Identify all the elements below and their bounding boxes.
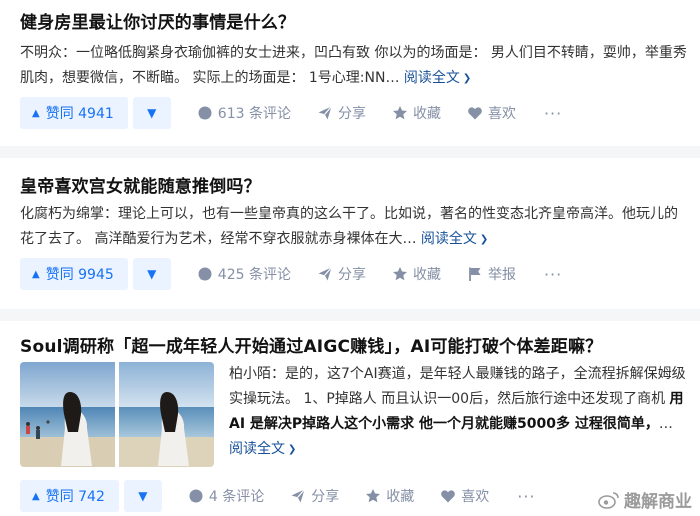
- action-bar: ▲ 赞同 4941 ▼ 613 条评论 分享 收藏 喜欢 ···: [20, 97, 562, 129]
- more-icon: ···: [543, 103, 563, 123]
- more-button[interactable]: ···: [544, 265, 562, 284]
- favorite-label: 收藏: [386, 489, 415, 505]
- card-divider: [0, 146, 700, 158]
- favorite-button[interactable]: 收藏: [392, 103, 441, 123]
- answer-author: 不明众：: [20, 45, 76, 61]
- share-icon: [318, 267, 332, 281]
- answer-author: 柏小陌：: [229, 366, 285, 382]
- read-more-label: 阅读全文: [420, 231, 477, 247]
- comment-button[interactable]: 4 条评论: [188, 486, 264, 506]
- like-button[interactable]: 喜欢: [440, 486, 489, 506]
- share-label: 分享: [337, 267, 366, 283]
- favorite-button[interactable]: 收藏: [365, 486, 414, 506]
- chevron-down-icon: ❯: [288, 444, 297, 455]
- like-button[interactable]: 喜欢: [467, 103, 516, 123]
- excerpt-text: 一位略低胸紧身衣瑜伽裤的女士进来，凹凸有致 你以为的场面是： 男人们目不转睛，耍…: [20, 45, 687, 86]
- excerpt-text: 理论上可以，也有一些皇帝真的这么干了。比如说，著名的性变态北齐皇帝高洋。他玩儿的…: [20, 206, 678, 247]
- vote-down-button[interactable]: ▼: [132, 258, 171, 290]
- vote-down-button[interactable]: ▼: [123, 480, 162, 512]
- watermark-text: 趣解商业: [624, 492, 692, 512]
- vote-up-label: 赞同 9945: [45, 267, 114, 283]
- answer-excerpt[interactable]: 化腐朽为绵掌：理论上可以，也有一些皇帝真的这么干了。比如说，著名的性变态北齐皇帝…: [20, 202, 690, 253]
- vote-up-button[interactable]: ▲ 赞同 4941: [20, 97, 128, 129]
- vote-up-button[interactable]: ▲ 赞同 9945: [20, 258, 128, 290]
- star-icon: [366, 489, 381, 503]
- card-divider: [0, 309, 700, 321]
- question-title[interactable]: 皇帝喜欢宫女就能随意推倒吗？: [20, 172, 261, 197]
- triangle-up-icon: ▲: [32, 107, 40, 119]
- heart-icon: [468, 107, 482, 120]
- comment-icon: [189, 489, 203, 503]
- beach-photo-left: [20, 362, 115, 467]
- favorite-button[interactable]: 收藏: [392, 264, 441, 284]
- triangle-down-icon: ▼: [147, 267, 157, 281]
- report-button[interactable]: 举报: [467, 264, 516, 284]
- vote-down-button[interactable]: ▼: [132, 97, 171, 129]
- vote-up-label: 赞同 742: [45, 489, 105, 505]
- comment-count: 613 条评论: [217, 106, 291, 122]
- feed-card: Soul调研称「超一成年轻人开始通过AIGC赚钱」，AI可能打破个体差距嘛？ 柏…: [0, 325, 700, 516]
- report-label: 举报: [487, 267, 516, 283]
- triangle-down-icon: ▼: [147, 106, 157, 120]
- more-icon: ···: [543, 264, 563, 284]
- share-label: 分享: [337, 106, 366, 122]
- question-title[interactable]: Soul调研称「超一成年轻人开始通过AIGC赚钱」，AI可能打破个体差距嘛？: [20, 332, 602, 357]
- vote-up-button[interactable]: ▲ 赞同 742: [20, 480, 119, 512]
- answer-author: 化腐朽为绵掌：: [20, 206, 118, 222]
- comment-button[interactable]: 613 条评论: [197, 103, 291, 123]
- comment-count: 4 条评论: [208, 489, 265, 505]
- excerpt-text: 是的，这7个AI赛道，是年轻人最赚钱的路子，全流程拆解保姆级实操玩法。 1、P掉…: [229, 366, 686, 407]
- read-more-link[interactable]: 阅读全文 ❯: [421, 231, 488, 247]
- beach-photo-right: [119, 362, 214, 467]
- action-bar: ▲ 赞同 9945 ▼ 425 条评论 分享 收藏 举报 ···: [20, 258, 562, 290]
- star-icon: [392, 106, 407, 120]
- answer-thumbnail[interactable]: [20, 362, 214, 467]
- like-label: 喜欢: [487, 106, 516, 122]
- more-button[interactable]: ···: [544, 104, 562, 123]
- like-label: 喜欢: [461, 489, 490, 505]
- excerpt-ellipsis: …: [658, 416, 673, 432]
- heart-icon: [441, 490, 456, 503]
- triangle-up-icon: ▲: [32, 490, 40, 502]
- comment-button[interactable]: 425 条评论: [197, 264, 291, 284]
- question-title[interactable]: 健身房里最让你讨厌的事情是什么？: [20, 8, 295, 33]
- answer-excerpt[interactable]: 不明众：一位略低胸紧身衣瑜伽裤的女士进来，凹凸有致 你以为的场面是： 男人们目不…: [20, 41, 690, 92]
- share-button[interactable]: 分享: [290, 486, 339, 506]
- chevron-down-icon: ❯: [462, 73, 472, 84]
- share-button[interactable]: 分享: [317, 103, 366, 123]
- triangle-up-icon: ▲: [32, 268, 40, 280]
- feed-card: 皇帝喜欢宫女就能随意推倒吗？ 化腐朽为绵掌：理论上可以，也有一些皇帝真的这么干了…: [0, 162, 700, 302]
- comment-icon: [198, 267, 212, 281]
- feed-card: 健身房里最让你讨厌的事情是什么？ 不明众：一位略低胸紧身衣瑜伽裤的女士进来，凹凸…: [0, 0, 700, 140]
- action-bar: ▲ 赞同 742 ▼ 4 条评论 分享 收藏 喜欢 ···: [20, 480, 536, 512]
- flag-icon: [469, 267, 481, 281]
- favorite-label: 收藏: [412, 106, 441, 122]
- share-button[interactable]: 分享: [317, 264, 366, 284]
- share-icon: [291, 489, 306, 503]
- triangle-down-icon: ▼: [138, 489, 148, 503]
- read-more-link[interactable]: 阅读全文 ❯: [404, 70, 471, 86]
- vote-up-label: 赞同 4941: [45, 106, 114, 122]
- favorite-label: 收藏: [412, 267, 441, 283]
- answer-excerpt[interactable]: 柏小陌：是的，这7个AI赛道，是年轻人最赚钱的路子，全流程拆解保姆级实操玩法。 …: [229, 362, 694, 463]
- more-icon: ···: [517, 486, 536, 506]
- more-button[interactable]: ···: [517, 487, 535, 506]
- comment-icon: [198, 106, 212, 120]
- weibo-watermark: 趣解商业: [598, 487, 692, 512]
- share-label: 分享: [311, 489, 340, 505]
- read-more-label: 阅读全文: [403, 70, 460, 86]
- star-icon: [392, 267, 407, 281]
- comment-count: 425 条评论: [217, 267, 291, 283]
- read-more-link[interactable]: 阅读全文 ❯: [229, 441, 296, 457]
- weibo-logo-icon: [598, 491, 619, 509]
- share-icon: [318, 106, 332, 120]
- read-more-label: 阅读全文: [229, 441, 285, 457]
- chevron-down-icon: ❯: [479, 234, 489, 245]
